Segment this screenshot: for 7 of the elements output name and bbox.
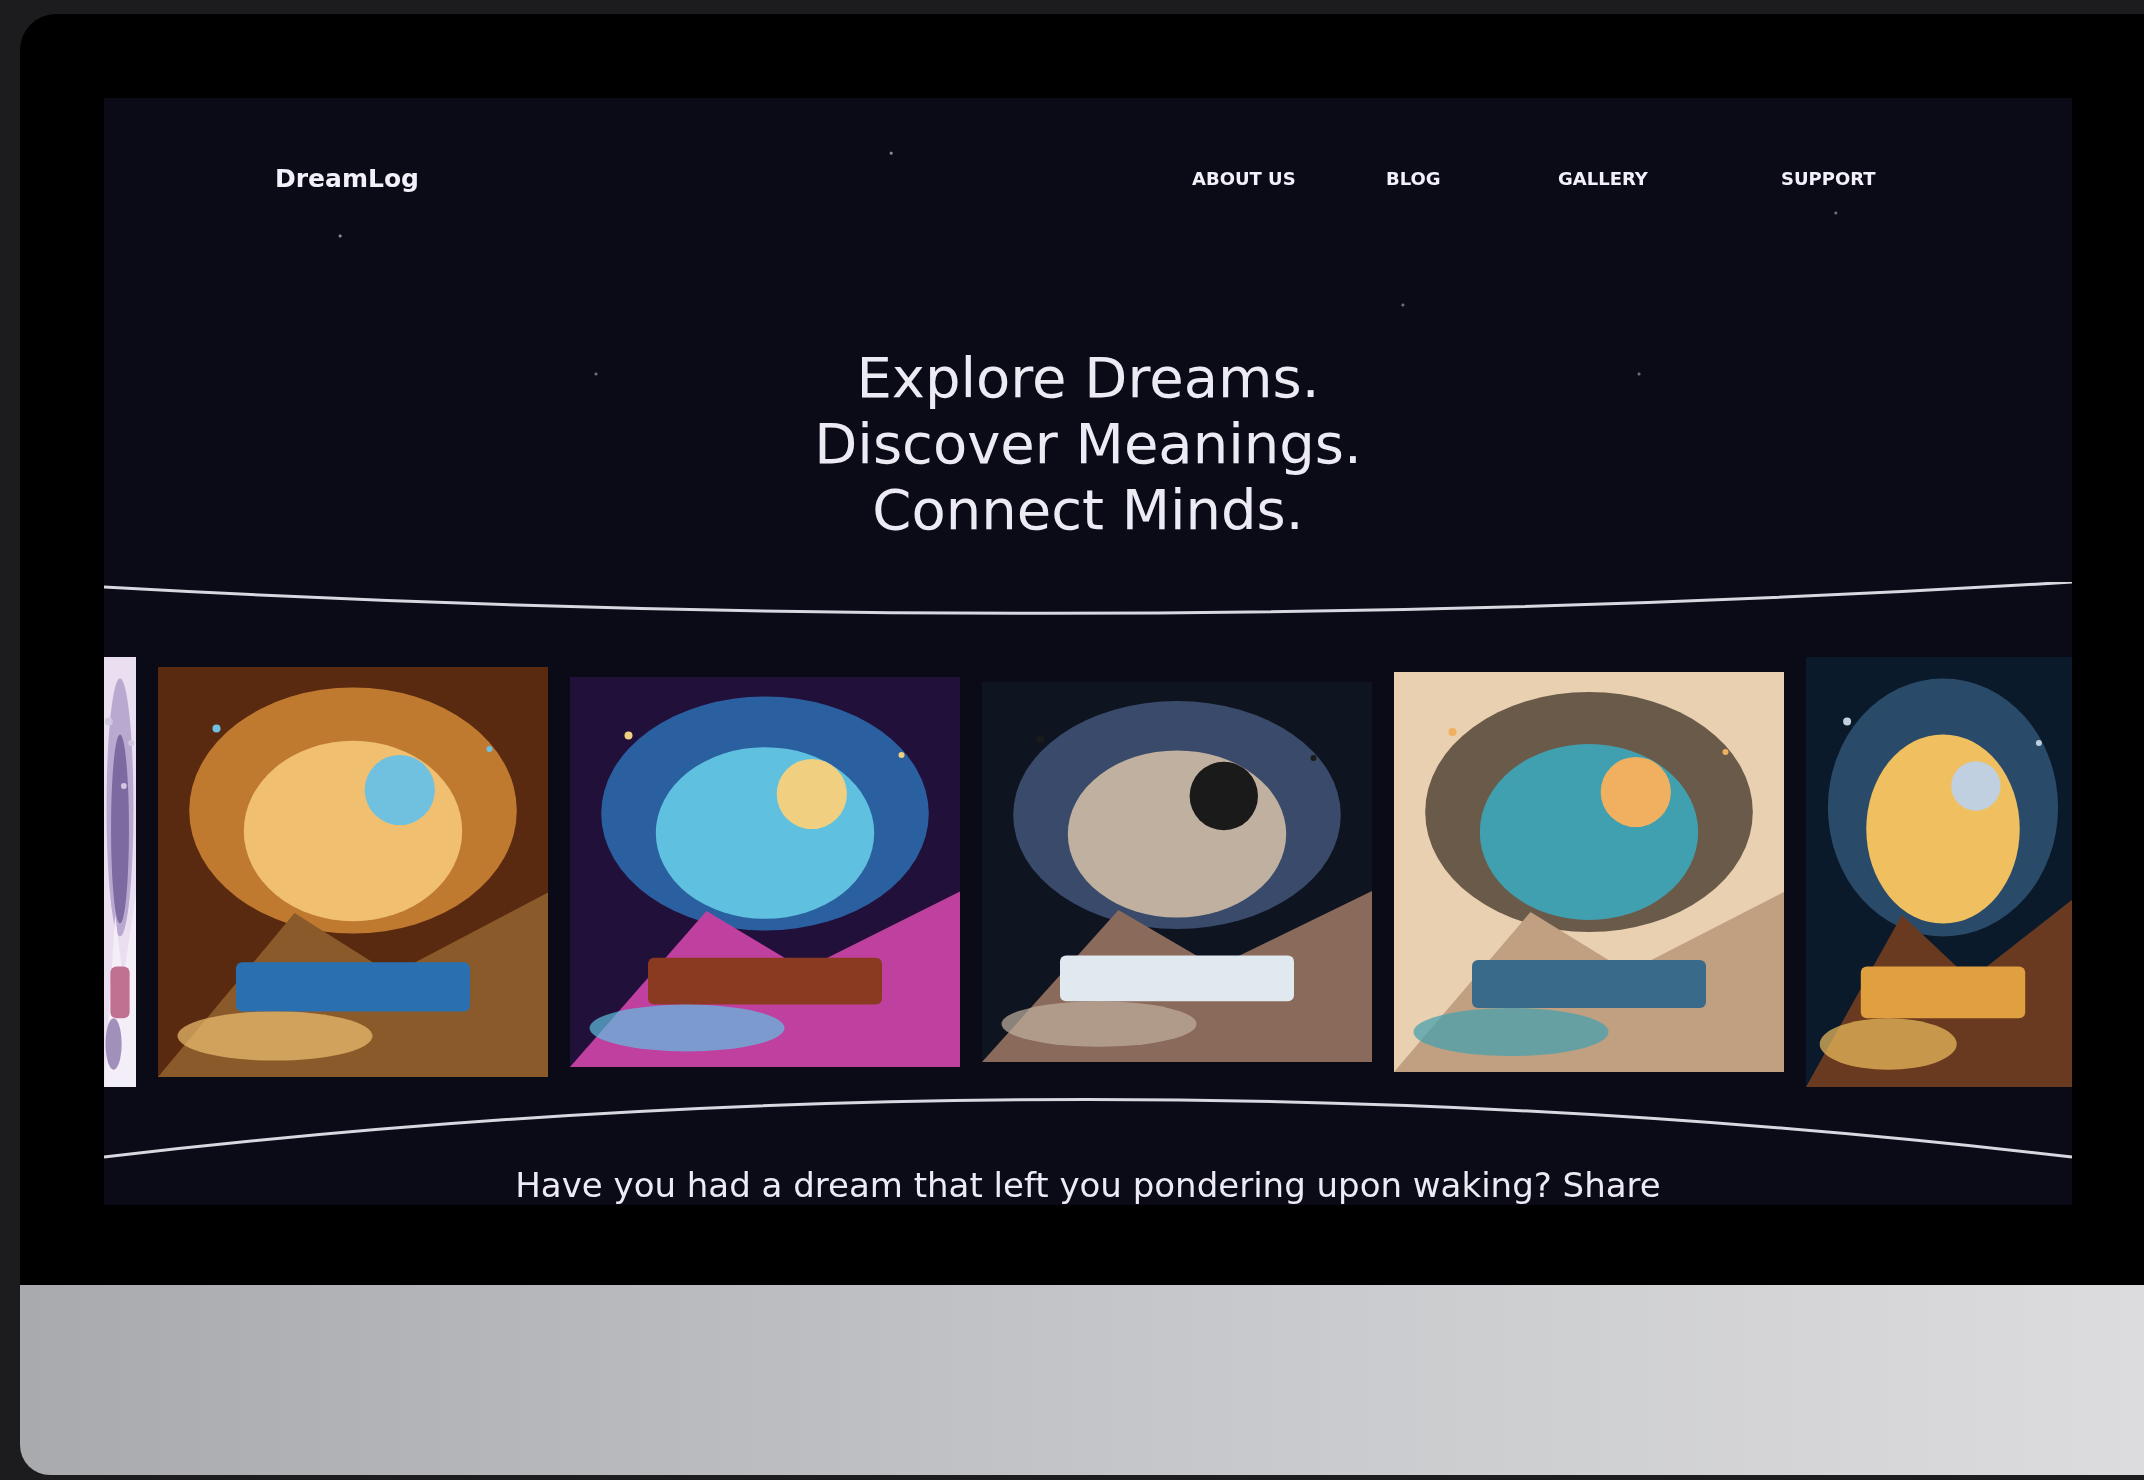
intro-text: Have you had a dream that left you pondering upon waking? Share: [515, 1165, 1661, 1205]
site-logo[interactable]: DreamLog: [275, 164, 1192, 194]
nav-link[interactable]: BLOG: [1386, 168, 1441, 190]
nav-link[interactable]: SUPPORT: [1781, 168, 1876, 190]
hero-heading: Explore Dreams. Discover Meanings. Connect Minds.: [814, 345, 1362, 545]
nav-link[interactable]: GALLERY: [1558, 168, 1648, 190]
nav-link[interactable]: ABOUT US: [1192, 168, 1296, 190]
